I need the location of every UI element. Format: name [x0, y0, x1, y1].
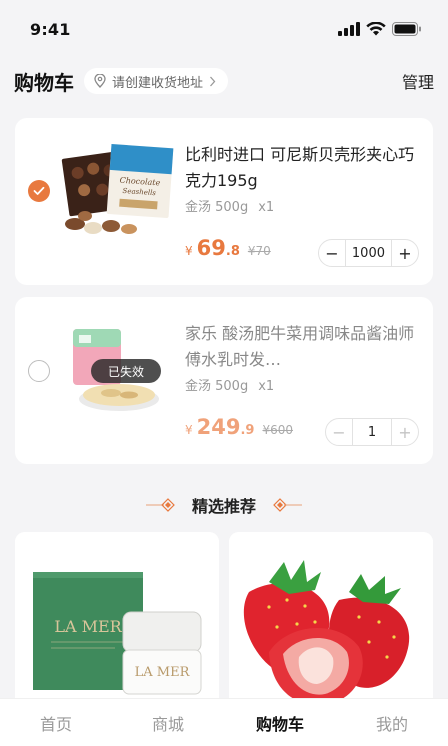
- status-icons: [338, 22, 422, 36]
- product-variant: 金汤 500g: [185, 200, 249, 215]
- product-spec: 金汤 500g x1: [185, 375, 274, 394]
- quantity-stepper: − 1000 +: [317, 239, 419, 267]
- address-selector[interactable]: 请创建收货地址: [84, 68, 229, 94]
- la-mer-product-image: LA MER LA MER: [15, 532, 219, 712]
- product-title[interactable]: 比利时进口 可尼斯贝壳形夹心巧克力195g: [185, 142, 421, 194]
- tab-cart[interactable]: 购物车: [224, 711, 336, 735]
- manage-button[interactable]: 管理: [402, 69, 434, 93]
- quantity-value[interactable]: 1: [352, 419, 392, 445]
- status-time: 9:41: [30, 19, 71, 39]
- original-price: ¥600: [262, 423, 294, 437]
- product-price: ¥ 69 .8 ¥70: [185, 236, 271, 260]
- decrease-button[interactable]: −: [326, 419, 352, 445]
- cart-item-expired: 已失效 家乐 酸汤肥牛菜用调味品酱油师傅水乳时发… 金汤 500g x1 ¥ 24…: [15, 297, 433, 464]
- cellular-signal-icon: [338, 22, 360, 36]
- box-brand: LA MER: [54, 617, 122, 636]
- currency-symbol: ¥: [185, 244, 193, 258]
- location-pin-icon: [94, 74, 106, 88]
- expired-badge: 已失效: [91, 359, 161, 383]
- product-qty-label: x1: [258, 200, 275, 215]
- recommend-product-card[interactable]: [229, 532, 433, 712]
- ornament-right-icon: [273, 498, 302, 512]
- recommend-header: 精选推荐: [0, 490, 448, 520]
- chevron-right-icon: [210, 76, 216, 86]
- increase-button[interactable]: +: [392, 419, 418, 445]
- battery-icon: [392, 22, 421, 36]
- address-placeholder: 请创建收货地址: [112, 75, 204, 91]
- product-variant: 金汤 500g: [185, 379, 249, 394]
- ornament-left-icon: [145, 498, 175, 512]
- status-bar: 9:41: [0, 0, 448, 58]
- wifi-icon: [366, 22, 386, 36]
- quantity-stepper: − 1 +: [325, 418, 419, 446]
- item-checkbox-unchecked[interactable]: [28, 360, 50, 382]
- cart-item: Chocolate Seashells 比利时进口 可尼斯贝壳形夹心巧克力195…: [15, 118, 433, 285]
- price-decimal: .9: [240, 423, 255, 438]
- product-qty-label: x1: [258, 379, 275, 394]
- currency-symbol: ¥: [185, 423, 193, 437]
- chocolate-box-image: Chocolate Seashells: [61, 143, 174, 234]
- checkmark-icon: [33, 186, 45, 195]
- product-title[interactable]: 家乐 酸汤肥牛菜用调味品酱油师傅水乳时发…: [185, 321, 421, 373]
- page-title: 购物车: [14, 70, 74, 95]
- recommend-product-card[interactable]: LA MER LA MER: [15, 532, 219, 712]
- tab-home[interactable]: 首页: [0, 711, 112, 735]
- price-integer: 69: [196, 236, 226, 260]
- quantity-value[interactable]: 1000: [344, 240, 392, 266]
- product-spec: 金汤 500g x1: [185, 196, 274, 215]
- item-checkbox-checked[interactable]: [28, 180, 50, 202]
- price-decimal: .8: [225, 244, 240, 259]
- price-integer: 249: [196, 415, 241, 439]
- increase-button[interactable]: +: [392, 240, 418, 266]
- original-price: ¥70: [247, 244, 271, 258]
- product-price: ¥ 249 .9 ¥600: [185, 415, 293, 439]
- tab-mine[interactable]: 我的: [336, 711, 448, 735]
- strawberry-product-image: [229, 532, 433, 712]
- tab-mall[interactable]: 商城: [112, 711, 224, 735]
- jar-brand: LA MER: [135, 665, 191, 680]
- tab-bar: 首页 商城 购物车 我的: [0, 698, 448, 746]
- header: 购物车 请创建收货地址 管理: [0, 62, 448, 100]
- decrease-button[interactable]: −: [319, 240, 345, 266]
- recommend-title: 精选推荐: [191, 497, 256, 516]
